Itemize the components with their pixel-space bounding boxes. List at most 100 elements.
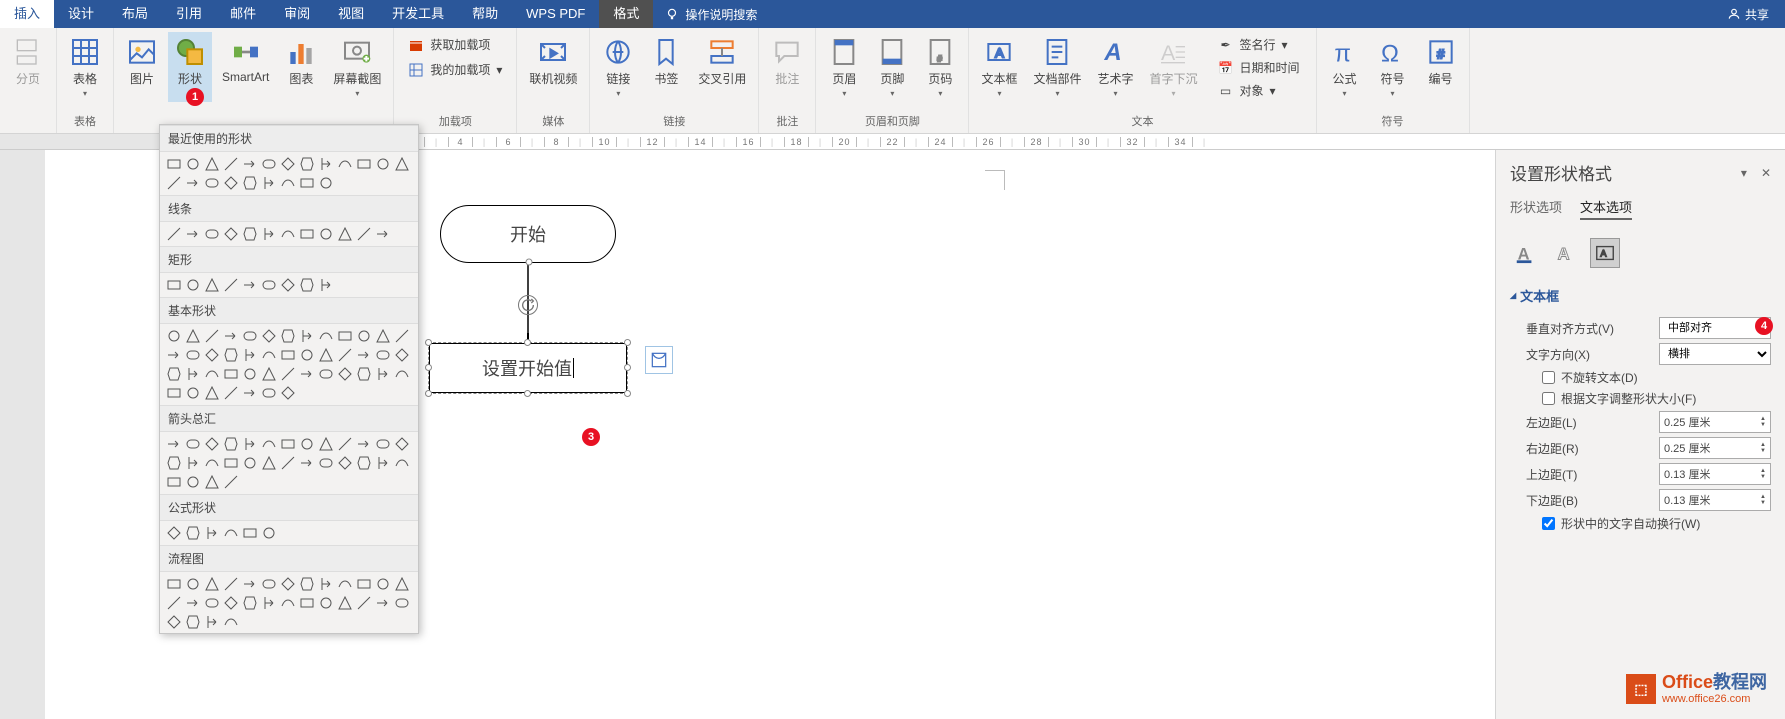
shape-gallery-item[interactable]: [336, 435, 354, 453]
my-addins-button[interactable]: 我的加载项 ▾: [402, 59, 508, 80]
resize-handle-n[interactable]: [524, 339, 531, 346]
shape-gallery-item[interactable]: [317, 276, 335, 294]
shape-gallery-item[interactable]: [260, 594, 278, 612]
shape-gallery-item[interactable]: [374, 594, 392, 612]
bookmark-button[interactable]: 书签: [644, 32, 688, 91]
shape-gallery-item[interactable]: [393, 435, 411, 453]
autosize-checkbox[interactable]: [1542, 392, 1555, 405]
symbol-button[interactable]: Ω 符号 ▾: [1371, 32, 1415, 102]
tab-shape-options[interactable]: 形状选项: [1510, 197, 1562, 220]
shape-gallery-item[interactable]: [260, 575, 278, 593]
margin-right-input[interactable]: 0.25 厘米▲▼: [1659, 437, 1771, 459]
shape-gallery-item[interactable]: [317, 454, 335, 472]
rotation-handle[interactable]: [518, 295, 538, 315]
shape-gallery-item[interactable]: [393, 365, 411, 383]
margin-bottom-input[interactable]: 0.13 厘米▲▼: [1659, 489, 1771, 511]
tab-references[interactable]: 引用: [162, 0, 216, 28]
shapes-button[interactable]: 形状 ▾ 1: [168, 32, 212, 102]
shape-gallery-item[interactable]: [317, 575, 335, 593]
shape-gallery-item[interactable]: [222, 346, 240, 364]
shape-gallery-item[interactable]: [165, 594, 183, 612]
resize-handle-w[interactable]: [425, 364, 432, 371]
shape-gallery-item[interactable]: [279, 365, 297, 383]
shape-gallery-item[interactable]: [336, 155, 354, 173]
shape-gallery-item[interactable]: [222, 524, 240, 542]
shape-gallery-item[interactable]: [184, 346, 202, 364]
shape-gallery-item[interactable]: [184, 327, 202, 345]
shape-gallery-item[interactable]: [184, 575, 202, 593]
text-fill-outline-button[interactable]: A: [1510, 238, 1540, 268]
shape-gallery-item[interactable]: [184, 174, 202, 192]
shape-gallery-item[interactable]: [355, 594, 373, 612]
dropcap-button[interactable]: A 首字下沉 ▾: [1143, 32, 1203, 102]
shape-gallery-item[interactable]: [336, 225, 354, 243]
shape-gallery-item[interactable]: [203, 276, 221, 294]
shape-gallery-item[interactable]: [203, 524, 221, 542]
textbox-button[interactable]: A 文本框 ▾: [975, 32, 1023, 102]
shape-gallery-item[interactable]: [393, 327, 411, 345]
shape-gallery-item[interactable]: [336, 365, 354, 383]
margin-top-input[interactable]: 0.13 厘米▲▼: [1659, 463, 1771, 485]
shape-gallery-item[interactable]: [298, 365, 316, 383]
shape-gallery-item[interactable]: [393, 454, 411, 472]
resize-handle-ne[interactable]: [624, 339, 631, 346]
shape-gallery-item[interactable]: [184, 384, 202, 402]
text-direction-select[interactable]: 横排: [1659, 343, 1771, 365]
tab-format[interactable]: 格式: [599, 0, 653, 28]
shape-gallery-item[interactable]: [222, 276, 240, 294]
shape-gallery-item[interactable]: [279, 575, 297, 593]
shape-gallery-item[interactable]: [260, 384, 278, 402]
shape-gallery-item[interactable]: [165, 454, 183, 472]
shape-gallery-item[interactable]: [393, 346, 411, 364]
quickparts-button[interactable]: 文档部件 ▾: [1027, 32, 1087, 102]
shape-gallery-item[interactable]: [336, 346, 354, 364]
shape-gallery-item[interactable]: [165, 613, 183, 631]
shape-gallery-item[interactable]: [184, 225, 202, 243]
shape-gallery-item[interactable]: [336, 594, 354, 612]
table-button[interactable]: 表格 ▾: [63, 32, 107, 102]
shape-gallery-item[interactable]: [203, 346, 221, 364]
shape-gallery-item[interactable]: [317, 174, 335, 192]
shape-gallery-item[interactable]: [317, 365, 335, 383]
shape-gallery-item[interactable]: [298, 594, 316, 612]
shape-gallery-item[interactable]: [298, 454, 316, 472]
shape-gallery-item[interactable]: [355, 225, 373, 243]
shape-gallery-item[interactable]: [222, 365, 240, 383]
shape-gallery-item[interactable]: [260, 327, 278, 345]
shape-gallery-item[interactable]: [222, 174, 240, 192]
shape-gallery-item[interactable]: [336, 575, 354, 593]
shape-gallery-item[interactable]: [203, 435, 221, 453]
shape-gallery-item[interactable]: [298, 346, 316, 364]
wrap-checkbox[interactable]: [1542, 517, 1555, 530]
shape-gallery-item[interactable]: [355, 327, 373, 345]
tab-help[interactable]: 帮助: [458, 0, 512, 28]
text-effects-button[interactable]: A: [1550, 238, 1580, 268]
shape-gallery-item[interactable]: [222, 575, 240, 593]
shape-gallery-item[interactable]: [222, 384, 240, 402]
chart-button[interactable]: 图表: [279, 32, 323, 91]
shape-gallery-item[interactable]: [241, 524, 259, 542]
shape-gallery-item[interactable]: [279, 454, 297, 472]
shape-gallery-item[interactable]: [165, 174, 183, 192]
shape-gallery-item[interactable]: [298, 174, 316, 192]
shape-gallery-item[interactable]: [374, 327, 392, 345]
header-button[interactable]: 页眉 ▾: [822, 32, 866, 102]
margin-left-input[interactable]: 0.25 厘米▲▼: [1659, 411, 1771, 433]
shape-gallery-item[interactable]: [184, 155, 202, 173]
shape-gallery-item[interactable]: [165, 276, 183, 294]
shape-gallery-item[interactable]: [203, 174, 221, 192]
shape-gallery-item[interactable]: [279, 155, 297, 173]
shape-gallery-item[interactable]: [165, 327, 183, 345]
shape-gallery-item[interactable]: [260, 435, 278, 453]
shape-gallery-item[interactable]: [317, 435, 335, 453]
smartart-button[interactable]: SmartArt: [216, 32, 275, 88]
shape-gallery-item[interactable]: [279, 174, 297, 192]
shape-gallery-item[interactable]: [241, 365, 259, 383]
shape-gallery-item[interactable]: [165, 346, 183, 364]
shape-gallery-item[interactable]: [203, 575, 221, 593]
comment-button[interactable]: 批注: [765, 32, 809, 91]
tab-review[interactable]: 审阅: [270, 0, 324, 28]
shape-gallery-item[interactable]: [317, 346, 335, 364]
shape-gallery-item[interactable]: [279, 594, 297, 612]
shape-gallery-item[interactable]: [374, 454, 392, 472]
